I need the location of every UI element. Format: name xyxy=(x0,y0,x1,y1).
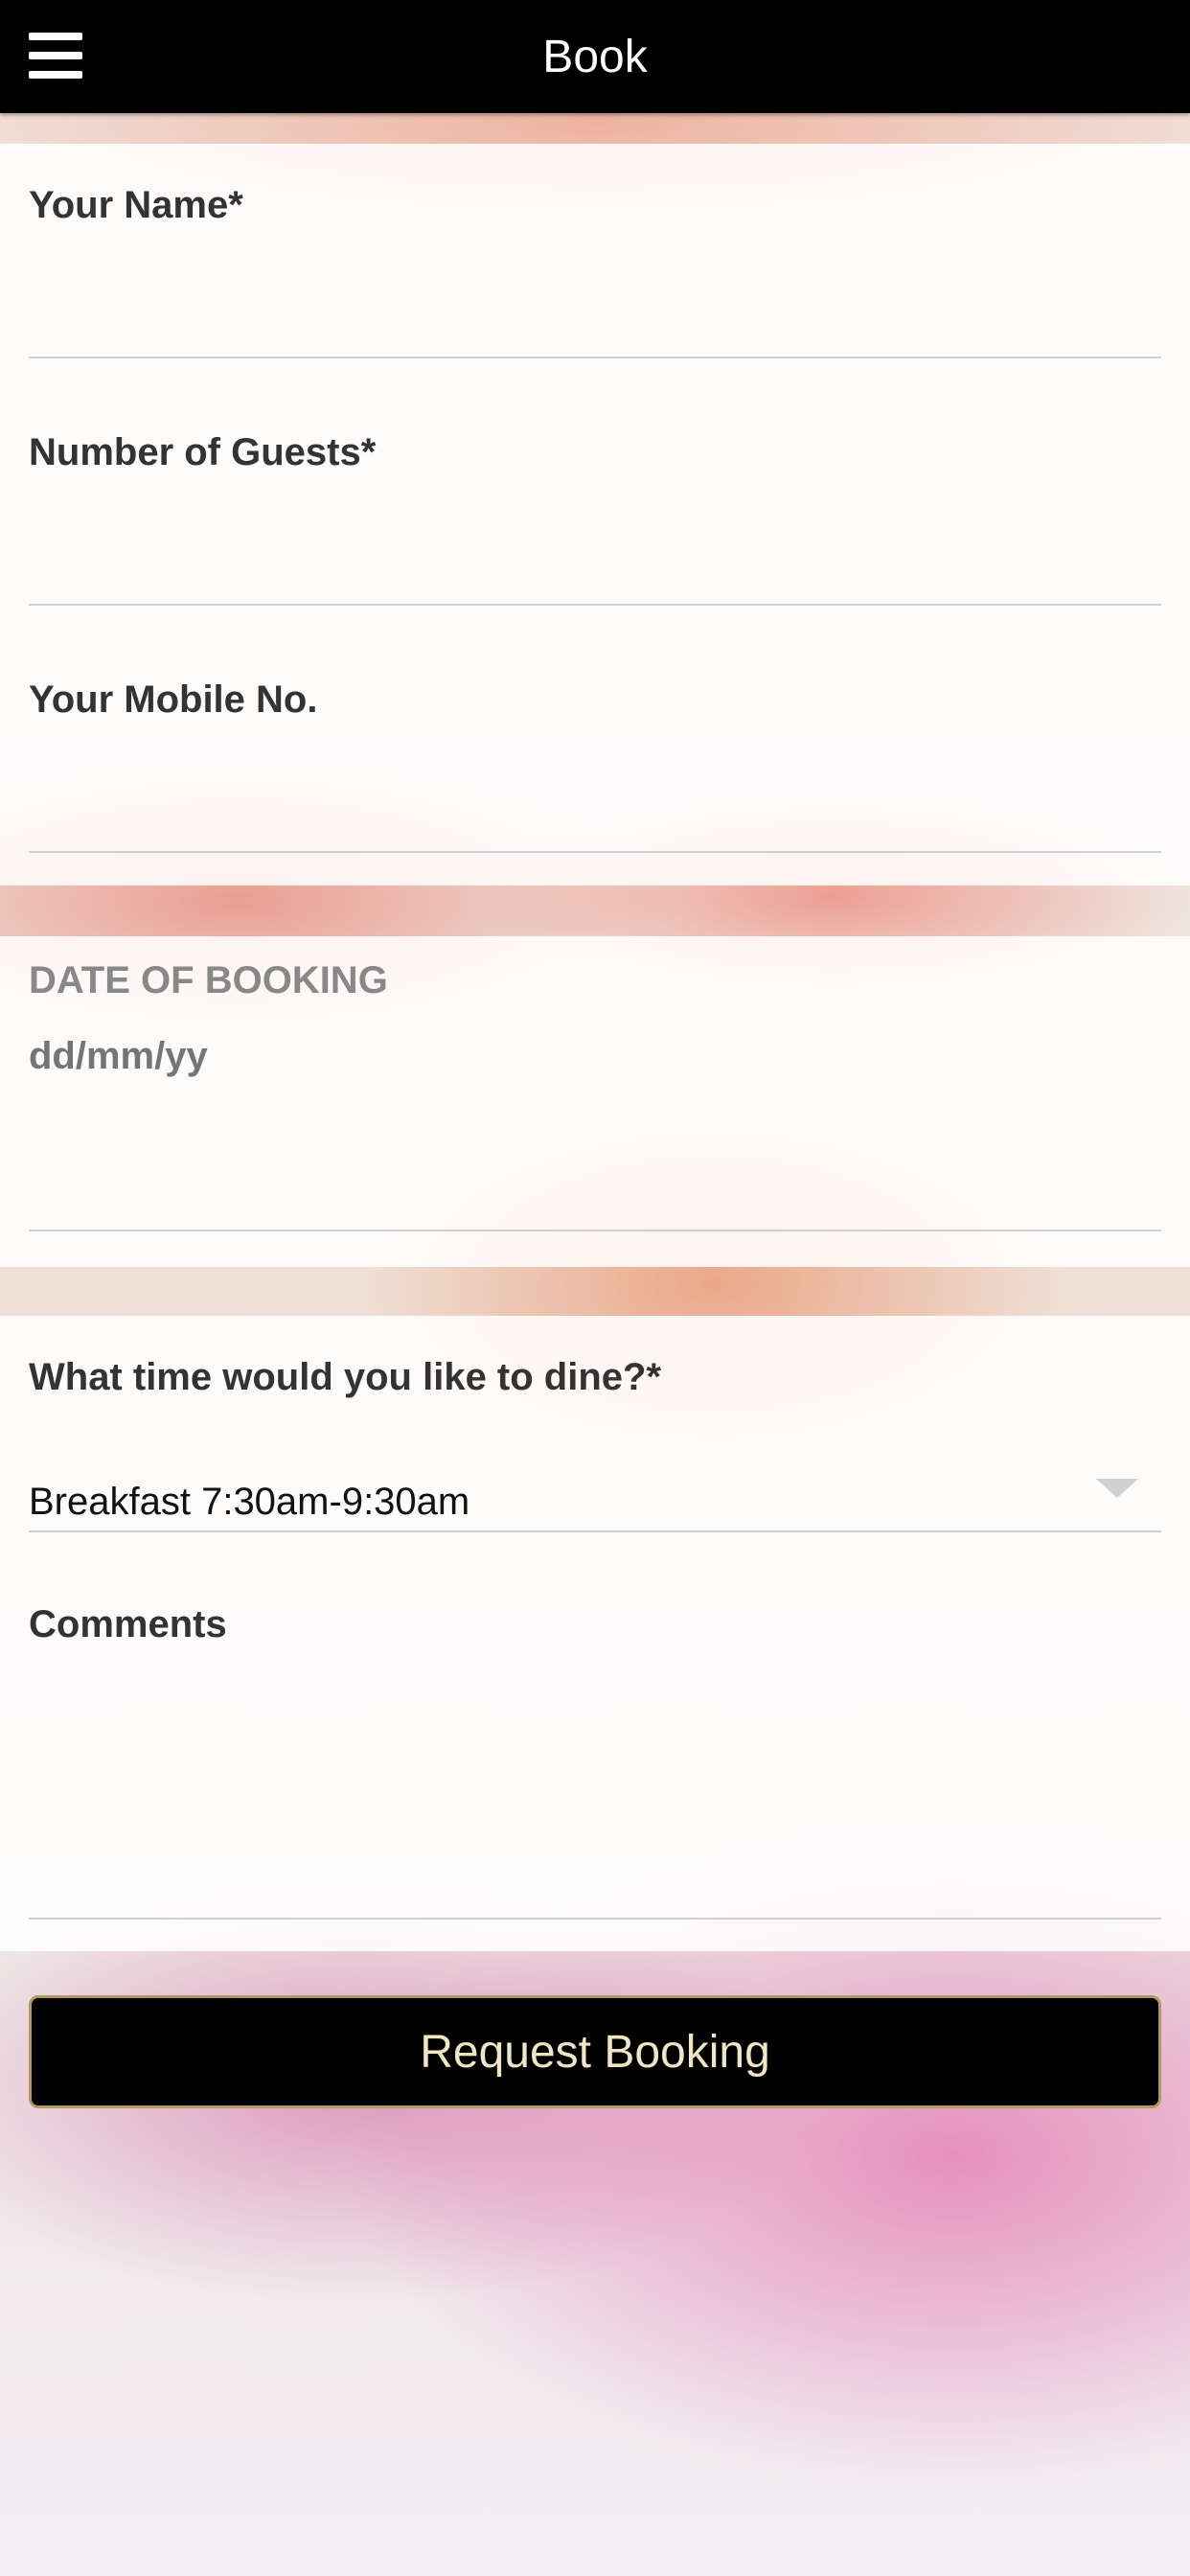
dining-panel: What time would you like to dine?* Break… xyxy=(0,1316,1190,1951)
page-title: Book xyxy=(542,31,648,82)
mobile-input[interactable] xyxy=(29,782,1161,849)
dine-time-selected: Breakfast 7:30am-9:30am xyxy=(29,1481,470,1523)
mobile-underline xyxy=(29,851,1161,853)
date-underline xyxy=(29,1230,1161,1231)
contact-details-panel: Your Name* Number of Guests* Your Mobile… xyxy=(0,144,1190,886)
date-panel: DATE OF BOOKING xyxy=(0,936,1190,1267)
name-input[interactable] xyxy=(29,366,1161,433)
name-label: Your Name* xyxy=(29,184,243,226)
hamburger-menu-icon[interactable] xyxy=(29,33,82,79)
dine-time-underline xyxy=(29,1530,1161,1532)
comments-textarea[interactable] xyxy=(29,1670,1161,1881)
top-app-bar: Book xyxy=(0,0,1190,113)
date-section-heading: DATE OF BOOKING xyxy=(29,959,388,1001)
dine-time-select[interactable]: Breakfast 7:30am-9:30am xyxy=(0,1460,1190,1555)
chevron-down-icon xyxy=(1096,1479,1138,1498)
guests-input[interactable] xyxy=(29,535,1161,602)
date-input[interactable] xyxy=(29,1023,1161,1090)
request-booking-button[interactable]: Request Booking xyxy=(29,1995,1161,2108)
name-underline xyxy=(29,356,1161,358)
comments-label: Comments xyxy=(29,1603,227,1645)
comments-underline xyxy=(29,1918,1161,1920)
guests-label: Number of Guests* xyxy=(29,431,377,473)
dine-time-label: What time would you like to dine?* xyxy=(29,1356,662,1398)
guests-underline xyxy=(29,604,1161,606)
mobile-label: Your Mobile No. xyxy=(29,678,318,721)
